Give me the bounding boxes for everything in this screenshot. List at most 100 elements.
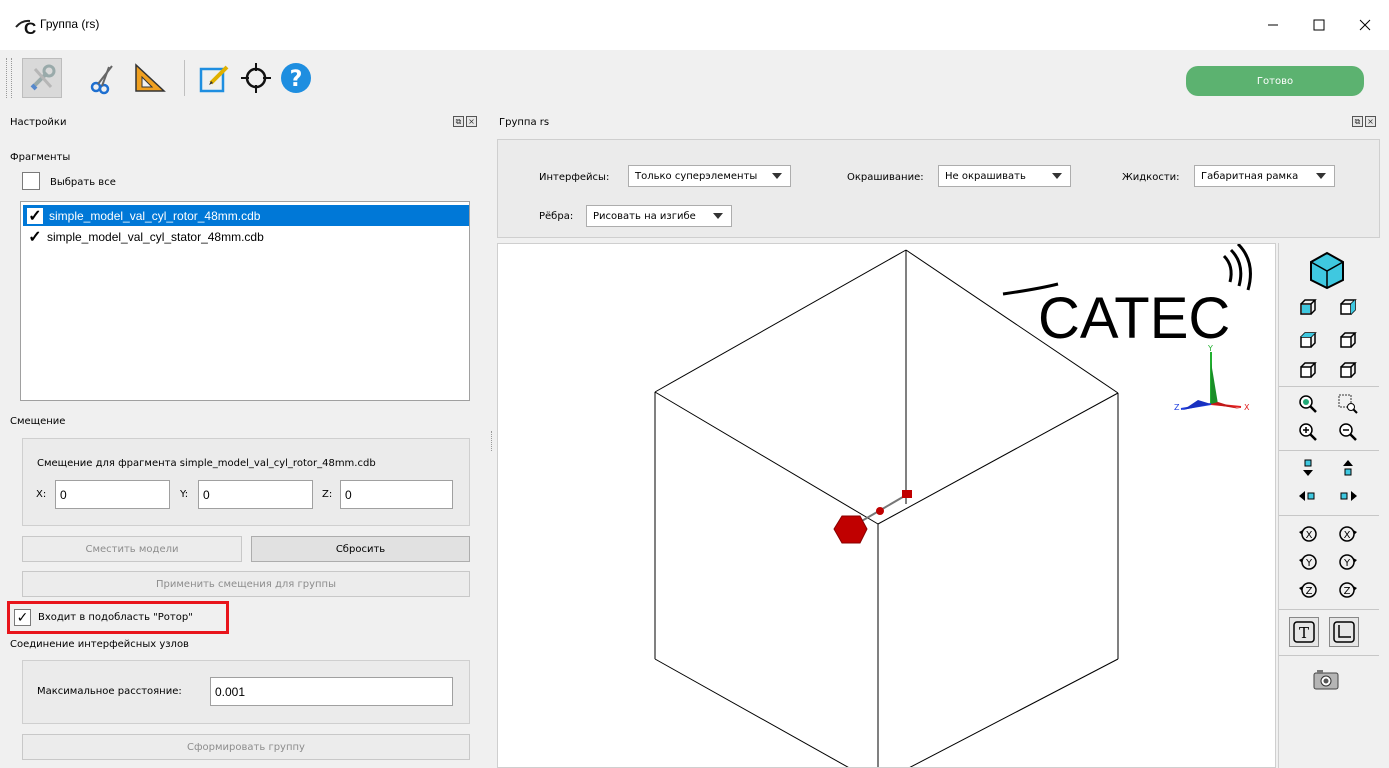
rotate-z-ccw-icon: Z xyxy=(1299,582,1317,598)
rotate-z-ccw-button[interactable]: Z xyxy=(1297,579,1319,601)
select-all-label: Выбрать все xyxy=(50,177,116,188)
edges-dropdown[interactable]: Рисовать на изгибе xyxy=(586,205,732,227)
fragment-name: simple_model_val_cyl_stator_48mm.cdb xyxy=(47,229,264,244)
interfaces-label: Интерфейсы: xyxy=(539,172,610,183)
axes-corner-icon xyxy=(1333,621,1355,643)
window-title: Группа (rs) xyxy=(40,17,100,31)
rotate-y-ccw-icon: Y xyxy=(1299,554,1317,570)
target-crosshair-icon xyxy=(241,63,271,93)
chevron-down-icon xyxy=(1316,173,1326,179)
app-logo-icon: C xyxy=(14,12,40,38)
pan-up-button[interactable] xyxy=(1337,457,1359,479)
svg-text:?: ? xyxy=(290,67,303,92)
list-item[interactable]: ✓ simple_model_val_cyl_stator_48mm.cdb xyxy=(23,226,469,247)
cut-button[interactable] xyxy=(84,58,124,98)
axis-y-label: Y xyxy=(1207,344,1213,353)
view-front-button[interactable] xyxy=(1297,296,1319,318)
y-input[interactable]: 0 xyxy=(198,480,313,509)
3d-viewport[interactable]: CATEC Y X Z xyxy=(497,243,1276,768)
zoom-out-button[interactable] xyxy=(1337,421,1359,443)
reset-button[interactable]: Сбросить xyxy=(251,536,470,562)
svg-text:C: C xyxy=(24,19,36,38)
rotate-y-ccw-button[interactable]: Y xyxy=(1297,551,1319,573)
pan-left-icon xyxy=(1299,491,1315,501)
z-input[interactable]: 0 xyxy=(340,480,453,509)
pan-left-button[interactable] xyxy=(1297,485,1319,507)
pan-down-button[interactable] xyxy=(1297,457,1319,479)
measure-button[interactable] xyxy=(130,58,170,98)
view-back-button[interactable] xyxy=(1337,296,1359,318)
svg-text:Y: Y xyxy=(1305,558,1313,569)
zoom-window-button[interactable] xyxy=(1337,393,1359,415)
x-input[interactable]: 0 xyxy=(55,480,170,509)
max-distance-label: Максимальное расстояние: xyxy=(37,686,182,697)
isometric-view-button[interactable] xyxy=(1305,248,1349,292)
float-panel-icon[interactable]: ⧉ xyxy=(1352,116,1363,127)
rotate-x-ccw-button[interactable]: X xyxy=(1297,523,1319,545)
maximize-button[interactable] xyxy=(1296,0,1342,50)
fragments-list[interactable]: ✓ simple_model_val_cyl_rotor_48mm.cdb ✓ … xyxy=(20,201,470,401)
build-group-button[interactable]: Сформировать группу xyxy=(22,734,470,760)
zoom-fit-icon xyxy=(1299,395,1317,413)
rotate-z-cw-button[interactable]: Z xyxy=(1337,579,1359,601)
ready-button[interactable]: Готово xyxy=(1186,66,1364,96)
help-button[interactable]: ? xyxy=(276,58,316,98)
panel-splitter[interactable] xyxy=(488,131,496,768)
svg-text:T: T xyxy=(1299,624,1309,642)
view-top-button[interactable] xyxy=(1297,359,1319,381)
pan-right-button[interactable] xyxy=(1337,485,1359,507)
help-question-icon: ? xyxy=(281,63,311,93)
coloring-dropdown[interactable]: Не окрашивать xyxy=(938,165,1071,187)
svg-text:X: X xyxy=(1344,530,1351,541)
apply-offsets-button[interactable]: Применить смещения для группы xyxy=(22,571,470,597)
edit-pencil-icon xyxy=(199,65,229,93)
select-all-checkbox[interactable] xyxy=(22,172,40,190)
axis-x-label: X xyxy=(1244,403,1250,412)
close-panel-icon[interactable]: × xyxy=(466,116,477,127)
svg-text:Y: Y xyxy=(1343,558,1351,569)
move-models-button[interactable]: Сместить модели xyxy=(22,536,242,562)
coloring-label: Окрашивание: xyxy=(847,172,924,183)
z-label: Z: xyxy=(322,489,333,500)
toggle-axes-button[interactable] xyxy=(1329,617,1359,647)
focus-button[interactable] xyxy=(236,58,276,98)
minimize-button[interactable] xyxy=(1250,0,1296,50)
toolbar-grip xyxy=(6,58,12,98)
float-panel-icon[interactable]: ⧉ xyxy=(453,116,464,127)
list-item[interactable]: ✓ simple_model_val_cyl_rotor_48mm.cdb xyxy=(23,205,469,226)
interfaces-dropdown[interactable]: Только суперэлементы xyxy=(628,165,791,187)
ruler-triangle-icon xyxy=(135,63,166,92)
settings-tools-button[interactable] xyxy=(22,58,62,98)
main-toolbar: ? Готово xyxy=(0,50,1389,108)
settings-panel-controls: ⧉ × xyxy=(453,116,477,127)
edit-button[interactable] xyxy=(194,58,234,98)
pan-up-icon xyxy=(1343,460,1353,476)
view-left-button[interactable] xyxy=(1297,329,1319,351)
view-right-button[interactable] xyxy=(1337,329,1359,351)
rotate-x-cw-button[interactable]: X xyxy=(1337,523,1359,545)
zoom-in-button[interactable] xyxy=(1297,421,1319,443)
x-label: X: xyxy=(36,489,47,500)
fragment-checkbox[interactable]: ✓ xyxy=(27,229,43,246)
zoom-fit-button[interactable] xyxy=(1297,393,1319,415)
liquids-value: Габаритная рамка xyxy=(1201,170,1299,182)
max-distance-input[interactable]: 0.001 xyxy=(210,677,453,706)
close-button[interactable] xyxy=(1342,0,1388,50)
cube-left-icon xyxy=(1300,332,1317,348)
chevron-down-icon xyxy=(713,213,723,219)
zoom-in-icon xyxy=(1299,423,1317,441)
close-panel-icon[interactable]: × xyxy=(1365,116,1376,127)
toggle-labels-button[interactable]: T xyxy=(1289,617,1319,647)
fragment-checkbox[interactable]: ✓ xyxy=(27,207,43,225)
screenshot-button[interactable] xyxy=(1309,667,1343,693)
rotate-y-cw-button[interactable]: Y xyxy=(1337,551,1359,573)
liquids-label: Жидкости: xyxy=(1122,172,1180,183)
coloring-value: Не окрашивать xyxy=(945,170,1026,182)
view-bottom-button[interactable] xyxy=(1337,359,1359,381)
fragments-title: Фрагменты xyxy=(10,152,71,163)
cube-front-icon xyxy=(1300,299,1317,315)
offset-caption: Смещение для фрагмента simple_model_val_… xyxy=(37,458,376,469)
liquids-dropdown[interactable]: Габаритная рамка xyxy=(1194,165,1335,187)
cube-view-icon xyxy=(1310,251,1344,290)
settings-panel-title: Настройки xyxy=(10,116,67,128)
